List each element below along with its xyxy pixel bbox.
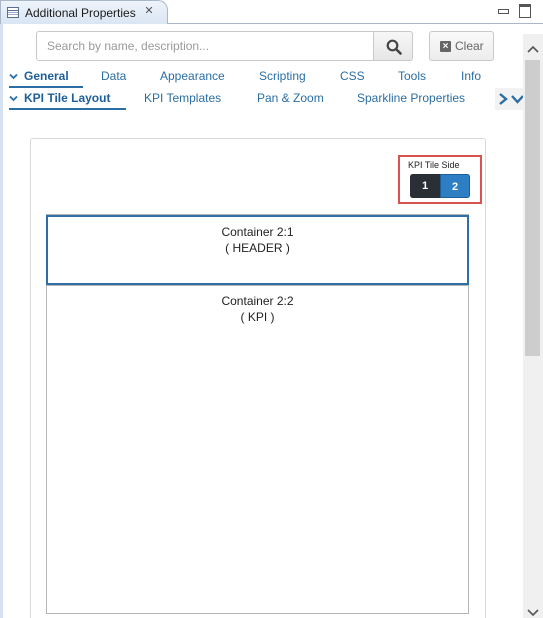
kpi-tile-side-group: KPI Tile Side 1 2 [398, 155, 482, 204]
tab-kpi-tile-layout-underline [9, 108, 126, 110]
chevron-down-icon [9, 72, 18, 81]
tab-info[interactable]: Info [461, 69, 481, 83]
minimize-icon[interactable] [496, 3, 510, 17]
side-option-2[interactable]: 2 [440, 174, 470, 198]
scroll-down-icon[interactable] [527, 606, 539, 618]
tab-sparkline-properties[interactable]: Sparkline Properties [357, 91, 465, 105]
view-body: × Clear General Data Appearance Scriptin… [0, 24, 543, 618]
kpi-tile-side-toggle: 1 2 [410, 174, 470, 198]
properties-view-icon [7, 7, 19, 18]
view-tab-additional-properties[interactable]: Additional Properties ✕ [0, 0, 168, 25]
container-title: Container 2:2 [221, 294, 294, 308]
view-tab-title: Additional Properties [25, 6, 136, 20]
clear-x-icon: × [440, 41, 451, 52]
search-input[interactable] [36, 31, 374, 61]
container-title: Container 2:1 [221, 225, 294, 239]
tab-kpi-templates[interactable]: KPI Templates [144, 91, 221, 105]
side-option-1[interactable]: 1 [410, 174, 440, 198]
kpi-tile-side-label: KPI Tile Side [408, 160, 460, 170]
close-icon[interactable]: ✕ [143, 5, 155, 17]
tab-pan-zoom[interactable]: Pan & Zoom [257, 91, 324, 105]
tab-css[interactable]: CSS [340, 69, 365, 83]
scrollbar-thumb[interactable] [525, 60, 540, 356]
tab-overflow-controls [495, 88, 525, 110]
container-header[interactable]: Container 2:1 ( HEADER ) [46, 215, 469, 285]
tab-general[interactable]: General [24, 69, 69, 83]
container-kpi[interactable]: Container 2:2 ( KPI ) [47, 285, 468, 613]
tab-row-primary: General Data Appearance Scripting CSS To… [3, 68, 523, 88]
vertical-scrollbar[interactable] [523, 34, 543, 618]
tab-scripting[interactable]: Scripting [259, 69, 306, 83]
chevron-down-icon [9, 94, 18, 103]
tab-general-underline [9, 86, 83, 88]
search-button[interactable] [373, 31, 413, 61]
chevron-right-icon[interactable] [497, 92, 510, 106]
scroll-up-icon[interactable] [527, 42, 539, 56]
tab-row-secondary: KPI Tile Layout KPI Templates Pan & Zoom… [3, 90, 523, 110]
maximize-icon[interactable] [518, 3, 532, 18]
container-subtitle: ( KPI ) [240, 310, 275, 324]
view-tab-strip: Additional Properties ✕ [0, 0, 543, 25]
tab-appearance[interactable]: Appearance [160, 69, 225, 83]
kpi-tile-layout-canvas: Container 2:1 ( HEADER ) Container 2:2 (… [46, 214, 469, 614]
clear-button-label: Clear [455, 39, 484, 53]
clear-button[interactable]: × Clear [429, 31, 494, 61]
search-icon [386, 39, 402, 55]
tab-kpi-tile-layout[interactable]: KPI Tile Layout [24, 91, 110, 105]
tab-tools[interactable]: Tools [398, 69, 426, 83]
container-subtitle: ( HEADER ) [225, 241, 290, 255]
tab-data[interactable]: Data [101, 69, 126, 83]
